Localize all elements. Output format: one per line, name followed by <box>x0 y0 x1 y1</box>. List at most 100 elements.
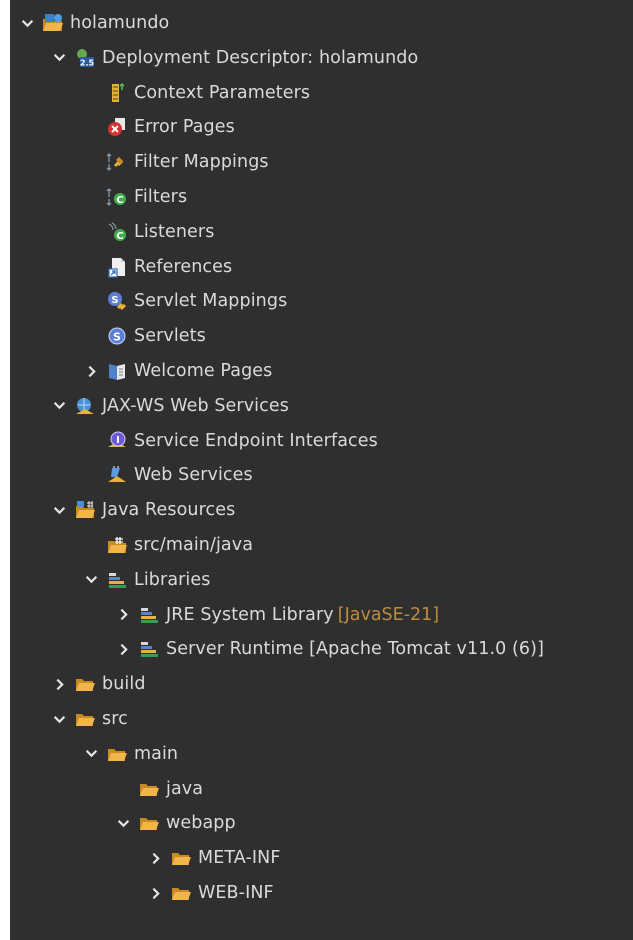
svg-text:S: S <box>113 331 121 344</box>
chevron-down-icon[interactable] <box>16 12 38 34</box>
tree-item-src-main-java[interactable]: src/main/java <box>10 528 633 562</box>
svg-text:C: C <box>116 195 123 206</box>
tree-item-java-resources[interactable]: Java Resources <box>10 493 633 527</box>
chevron-down-icon[interactable] <box>48 499 70 521</box>
folder-icon <box>74 708 96 730</box>
tree-item-service-endpoint-interfaces[interactable]: I Service Endpoint Interfaces <box>10 424 633 458</box>
filters-icon: C <box>106 186 128 208</box>
tree-item-error-pages[interactable]: Error Pages <box>10 110 633 144</box>
chevron-down-icon[interactable] <box>48 708 70 730</box>
tree-item-libraries[interactable]: Libraries <box>10 563 633 597</box>
tree-item-label: JRE System Library <box>166 604 334 625</box>
tree-item-label: JAX-WS Web Services <box>102 395 289 416</box>
tree-item-label: Server Runtime [Apache Tomcat v11.0 (6)] <box>166 639 545 660</box>
tree-item-context-parameters[interactable]: Context Parameters <box>10 76 633 110</box>
context-parameters-icon <box>106 82 128 104</box>
tree-item-label: Context Parameters <box>134 82 311 103</box>
tree-item-java[interactable]: java <box>10 772 633 806</box>
chevron-right-icon[interactable] <box>48 673 70 695</box>
tree-item-label: src <box>102 709 128 729</box>
tree-item-servlet-mappings[interactable]: S Servlet Mappings <box>10 284 633 318</box>
chevron-right-icon[interactable] <box>80 360 102 382</box>
svg-text:S: S <box>111 295 118 306</box>
tree-item-label: webapp <box>166 813 236 834</box>
tree-item-build[interactable]: build <box>10 667 633 701</box>
tree-item-label: Java Resources <box>102 500 236 521</box>
tree-item-web-services[interactable]: Web Services <box>10 458 633 492</box>
tree-item-label: main <box>134 743 179 764</box>
tree-item-label: Welcome Pages <box>134 361 273 381</box>
tree-item-label: META-INF <box>198 848 281 869</box>
folder-icon <box>74 673 96 695</box>
tree-item-label: java <box>166 778 204 799</box>
chevron-right-icon[interactable] <box>112 638 134 660</box>
chevron-down-icon[interactable] <box>112 812 134 834</box>
tree-item-label: WEB-INF <box>198 883 274 903</box>
folder-icon <box>106 743 128 765</box>
chevron-right-icon[interactable] <box>112 604 134 626</box>
libraries-icon <box>106 569 128 591</box>
tree-item-label: Service Endpoint Interfaces <box>134 430 378 451</box>
tree-item-label: Error Pages <box>134 117 235 138</box>
svg-text:I: I <box>116 435 120 446</box>
tree-item-label: Libraries <box>134 569 211 590</box>
tree-item-label: Servlet Mappings <box>134 291 288 312</box>
tree-item-label: Filter Mappings <box>134 152 269 173</box>
library-icon <box>138 604 160 626</box>
web-services-icon <box>106 464 128 486</box>
tree-item-label: Web Services <box>134 465 253 486</box>
tree-item-holamundo[interactable]: holamundo <box>10 6 633 40</box>
tree-item-label: References <box>134 256 233 277</box>
welcome-pages-icon <box>106 360 128 382</box>
tree-item-servlets[interactable]: S Servlets <box>10 319 633 353</box>
tree-item-welcome-pages[interactable]: Welcome Pages <box>10 354 633 388</box>
web-project-icon <box>42 12 64 34</box>
tree-item-label: build <box>102 674 146 695</box>
tree-item-jax-ws-web-services[interactable]: JAX-WS Web Services <box>10 389 633 423</box>
folder-icon <box>170 882 192 904</box>
tree-item-listeners[interactable]: C Listeners <box>10 215 633 249</box>
folder-icon <box>138 812 160 834</box>
folder-icon <box>170 847 192 869</box>
tree-item-server-runtime-apache-tomcat-v11-0-6[interactable]: Server Runtime [Apache Tomcat v11.0 (6)] <box>10 632 633 666</box>
tree-item-references[interactable]: References <box>10 250 633 284</box>
chevron-right-icon[interactable] <box>144 847 166 869</box>
filter-mappings-icon <box>106 151 128 173</box>
tree-item-decoration: [JavaSE-21] <box>337 604 440 625</box>
tree-item-filter-mappings[interactable]: Filter Mappings <box>10 145 633 179</box>
chevron-down-icon[interactable] <box>80 569 102 591</box>
servlet-mappings-icon: S <box>106 290 128 312</box>
tree-item-main[interactable]: main <box>10 737 633 771</box>
tree-item-label: Listeners <box>134 221 215 242</box>
chevron-down-icon[interactable] <box>48 395 70 417</box>
tree-item-jre-system-library[interactable]: JRE System Library [JavaSE-21] <box>10 598 633 632</box>
tree-item-label: Filters <box>134 187 188 207</box>
error-pages-icon <box>106 116 128 138</box>
svg-text:2.5: 2.5 <box>80 58 95 67</box>
tree-item-label: holamundo <box>70 13 170 33</box>
deployment-descriptor-icon: 2.5 <box>74 47 96 69</box>
tree-item-web-inf[interactable]: WEB-INF <box>10 876 633 910</box>
tree-item-meta-inf[interactable]: META-INF <box>10 841 633 875</box>
service-endpoint-icon: I <box>106 430 128 452</box>
tree-item-deployment-descriptor-holamundo[interactable]: 2.5 Deployment Descriptor: holamundo <box>10 41 633 75</box>
folder-icon <box>138 778 160 800</box>
chevron-right-icon[interactable] <box>144 882 166 904</box>
jaxws-icon <box>74 395 96 417</box>
library-icon <box>138 638 160 660</box>
chevron-down-icon[interactable] <box>48 47 70 69</box>
tree-item-label: Deployment Descriptor: holamundo <box>102 47 419 68</box>
tree-item-webapp[interactable]: webapp <box>10 806 633 840</box>
servlets-icon: S <box>106 325 128 347</box>
tree-item-label: src/main/java <box>134 535 254 555</box>
tree-item-src[interactable]: src <box>10 702 633 736</box>
chevron-down-icon[interactable] <box>80 743 102 765</box>
tree-item-filters[interactable]: C Filters <box>10 180 633 214</box>
